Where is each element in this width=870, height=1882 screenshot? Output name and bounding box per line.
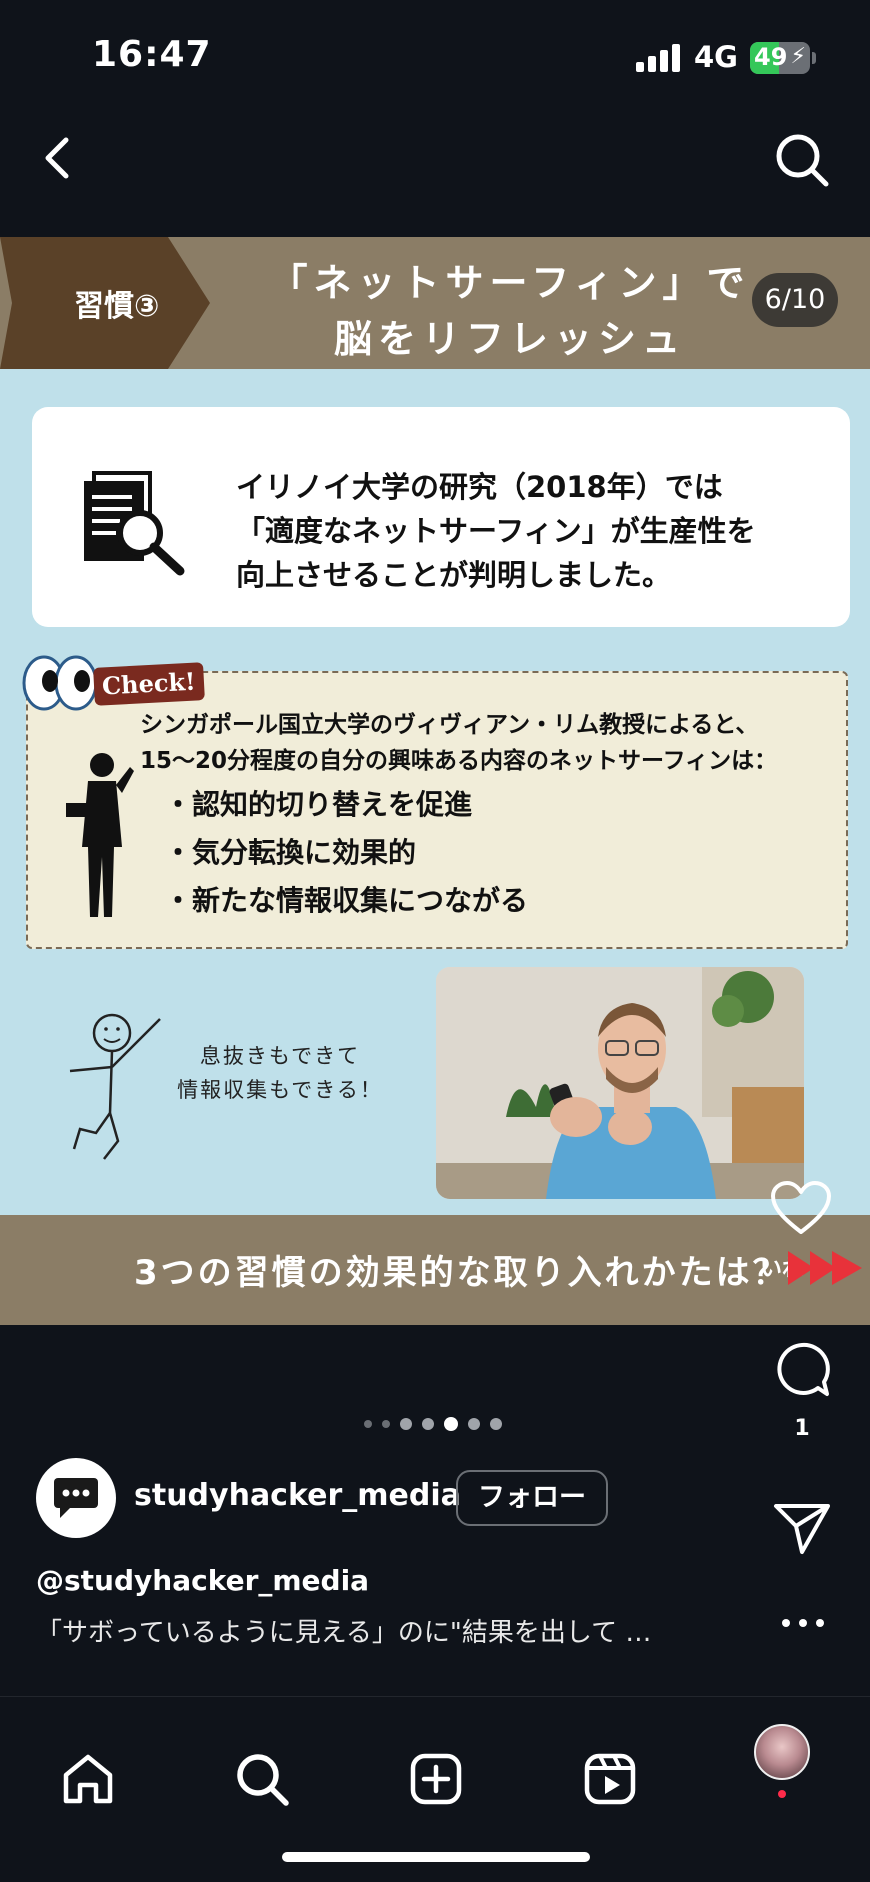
check-point: ・認知的切り替えを促進 (164, 788, 473, 821)
stick-figure-caption: 息抜きもできて 情報収集もできる！ (160, 1039, 400, 1107)
battery-nub (812, 52, 816, 64)
tab-search[interactable] (232, 1749, 292, 1809)
status-bar: 16:47 4G 49 ⚡ (0, 0, 870, 110)
chevron-left-icon (45, 137, 69, 179)
stick-caption-line: 情報収集もできる！ (177, 1078, 383, 1102)
back-button[interactable] (30, 130, 86, 186)
tab-reels[interactable] (580, 1749, 640, 1809)
tab-create[interactable] (406, 1749, 466, 1809)
carousel-dot (364, 1420, 372, 1428)
check-intro-line: 15〜20分程度の自分の興味ある内容のネットサーフィンは： (140, 748, 778, 774)
slide-title-line1: 「ネットサーフィン」で (269, 261, 751, 305)
check-point: ・新たな情報収集につながる (164, 884, 529, 917)
carousel-indicator (364, 1414, 502, 1434)
research-line: イリノイ大学の研究（2018年）では (236, 470, 723, 504)
carousel-dot (490, 1418, 502, 1430)
check-badge: Check! (93, 662, 205, 706)
studyhacker-logo-icon (54, 1478, 98, 1518)
research-text: イリノイ大学の研究（2018年）では 「適度なネットサーフィン」が生産性を 向上… (236, 465, 816, 597)
document-search-icon (84, 471, 185, 576)
home-indicator (282, 1852, 590, 1862)
eyes-icon (22, 655, 98, 711)
carousel-dot (382, 1420, 390, 1428)
comment-icon (777, 1342, 830, 1396)
cellular-signal-icon (636, 44, 680, 72)
bottom-banner-text: 3つの習慣の効果的な取り入れかたは？ (134, 1253, 790, 1293)
research-line: 向上させることが判明しました。 (236, 558, 672, 592)
check-point: ・気分転換に効果的 (164, 836, 417, 869)
home-icon (63, 1754, 113, 1804)
comment-count: 1 (794, 1416, 810, 1441)
check-intro-line: シンガポール国立大学のヴィヴィアン・リム教授によると、 (140, 712, 759, 738)
carousel-dot (444, 1417, 458, 1431)
share-button[interactable] (772, 1500, 832, 1556)
account-username[interactable]: studyhacker_media (134, 1478, 461, 1513)
research-card: イリノイ大学の研究（2018年）では 「適度なネットサーフィン」が生産性を 向上… (32, 407, 850, 627)
check-list: ・認知的切り替えを促進 ・気分転換に効果的 ・新たな情報収集につながる (164, 781, 804, 925)
slide-title-line2: 脳をリフレッシュ (333, 317, 686, 361)
search-icon (776, 134, 829, 187)
comment-button[interactable] (772, 1340, 832, 1400)
follow-button[interactable]: フォロー (456, 1470, 608, 1526)
businessman-silhouette-icon (66, 753, 134, 917)
photo-illustration (436, 967, 804, 1199)
search-icon (237, 1754, 289, 1806)
account-avatar[interactable] (36, 1458, 116, 1538)
man-using-phone-photo (436, 967, 804, 1199)
red-arrows-icon (788, 1251, 862, 1285)
page-counter: 6/10 (752, 273, 838, 327)
habit-tag-label: 習慣③ (74, 289, 160, 324)
carousel-dot (400, 1418, 412, 1430)
tab-home[interactable] (58, 1749, 118, 1809)
research-line: 「適度なネットサーフィン」が生産性を (236, 514, 756, 548)
check-intro: シンガポール国立大学のヴィヴィアン・リム教授によると、 15〜20分程度の自分の… (140, 707, 840, 779)
post-carousel-slide[interactable]: 習慣③ 「ネットサーフィン」で 脳をリフレッシュ 6/10 イリノイ大学の研究（… (0, 237, 870, 1325)
like-button[interactable] (770, 1180, 832, 1236)
carousel-dot (468, 1418, 480, 1430)
carousel-dot (422, 1418, 434, 1430)
search-button[interactable] (772, 130, 832, 190)
more-horizontal-icon (782, 1619, 824, 1627)
network-type: 4G (694, 40, 738, 74)
charging-bolt-icon: ⚡ (790, 44, 806, 69)
caption-text[interactable]: 「サボっているように見える」のに"結果を出して … (36, 1612, 736, 1649)
heart-icon (771, 1181, 831, 1234)
notification-dot (778, 1790, 786, 1798)
status-time: 16:47 (92, 34, 212, 75)
battery-level: 49 (754, 43, 788, 71)
more-options-button[interactable] (778, 1610, 828, 1636)
create-icon (410, 1753, 462, 1805)
slide-title: 「ネットサーフィン」で 脳をリフレッシュ (230, 255, 790, 367)
caption-username[interactable]: @studyhacker_media (36, 1564, 369, 1597)
stick-caption-line: 息抜きもできて (199, 1044, 361, 1068)
tab-profile-avatar[interactable] (754, 1724, 810, 1780)
battery-icon: 49 ⚡ (750, 42, 810, 74)
paper-plane-icon (774, 1504, 830, 1554)
reels-icon (584, 1753, 636, 1805)
